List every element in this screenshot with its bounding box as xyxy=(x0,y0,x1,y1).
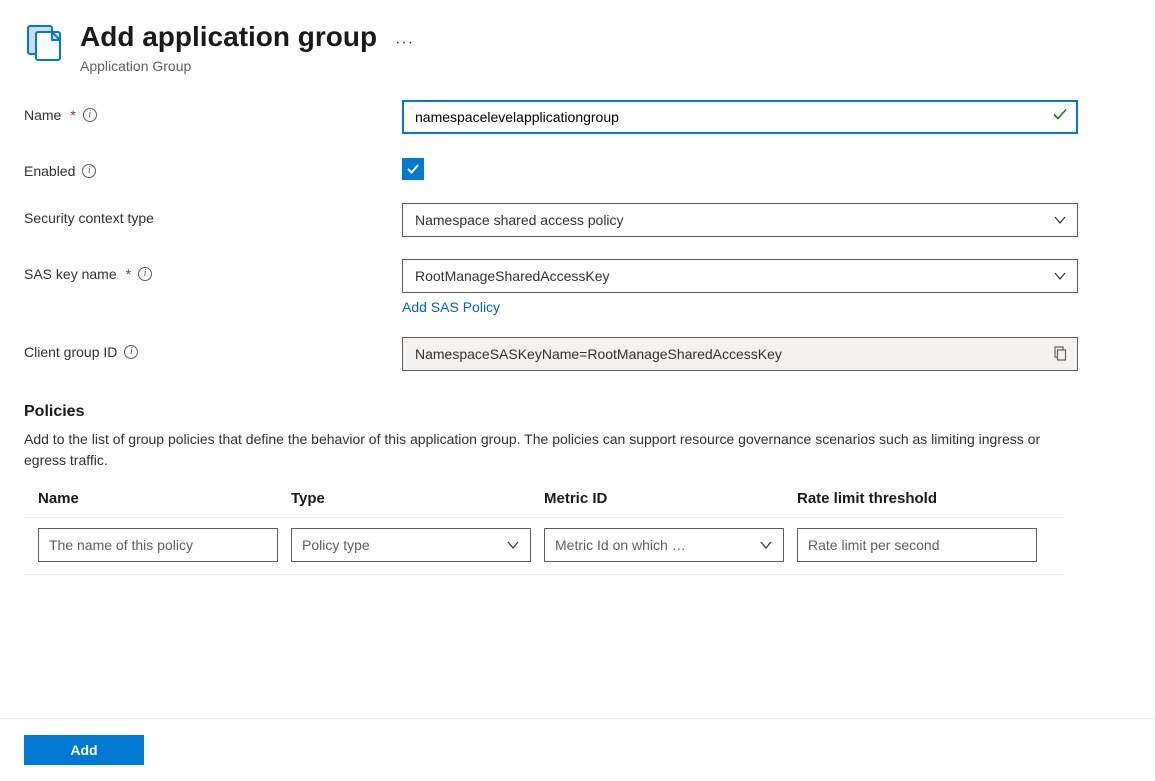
required-indicator: * xyxy=(126,266,131,282)
client-group-id-field: NamespaceSASKeyName=RootManageSharedAcce… xyxy=(402,337,1078,371)
policy-metric-placeholder: Metric Id on which … xyxy=(555,537,686,553)
page-subtitle: Application Group xyxy=(80,58,377,74)
chevron-down-icon xyxy=(759,538,773,552)
column-name: Name xyxy=(38,490,291,507)
security-context-select[interactable]: Namespace shared access policy xyxy=(402,203,1078,237)
info-icon[interactable]: i xyxy=(82,164,96,178)
chevron-down-icon xyxy=(506,538,520,552)
client-group-id-value: NamespaceSASKeyName=RootManageSharedAcce… xyxy=(415,346,782,362)
security-context-label: Security context type xyxy=(24,210,154,226)
policy-row: Policy type Metric Id on which … xyxy=(24,518,1064,575)
copy-icon[interactable] xyxy=(1052,346,1067,361)
info-icon[interactable]: i xyxy=(124,345,138,359)
policy-name-input[interactable] xyxy=(38,528,278,562)
policies-heading: Policies xyxy=(24,403,1131,421)
policy-threshold-input[interactable] xyxy=(797,528,1037,562)
chevron-down-icon xyxy=(1053,213,1067,227)
page-title: Add application group xyxy=(80,20,377,54)
security-context-value: Namespace shared access policy xyxy=(415,212,624,228)
info-icon[interactable]: i xyxy=(138,267,152,281)
sas-key-value: RootManageSharedAccessKey xyxy=(415,268,610,284)
policies-description: Add to the list of group policies that d… xyxy=(24,429,1044,472)
add-sas-policy-link[interactable]: Add SAS Policy xyxy=(402,299,500,315)
column-metric: Metric ID xyxy=(544,490,797,507)
sas-key-select[interactable]: RootManageSharedAccessKey xyxy=(402,259,1078,293)
policy-type-select[interactable]: Policy type xyxy=(291,528,531,562)
resource-icon xyxy=(24,22,66,64)
name-label: Name xyxy=(24,107,61,123)
enabled-label: Enabled xyxy=(24,163,75,179)
add-button[interactable]: Add xyxy=(24,735,144,765)
client-group-id-label: Client group ID xyxy=(24,344,117,360)
column-type: Type xyxy=(291,490,544,507)
chevron-down-icon xyxy=(1053,269,1067,283)
info-icon[interactable]: i xyxy=(83,108,97,122)
policy-metric-select[interactable]: Metric Id on which … xyxy=(544,528,784,562)
required-indicator: * xyxy=(70,107,75,123)
more-menu-button[interactable]: ··· xyxy=(395,34,414,52)
column-threshold: Rate limit threshold xyxy=(797,490,1050,507)
sas-key-label: SAS key name xyxy=(24,266,117,282)
enabled-checkbox[interactable] xyxy=(402,158,424,180)
policy-type-placeholder: Policy type xyxy=(302,537,370,553)
name-input[interactable] xyxy=(402,100,1078,134)
